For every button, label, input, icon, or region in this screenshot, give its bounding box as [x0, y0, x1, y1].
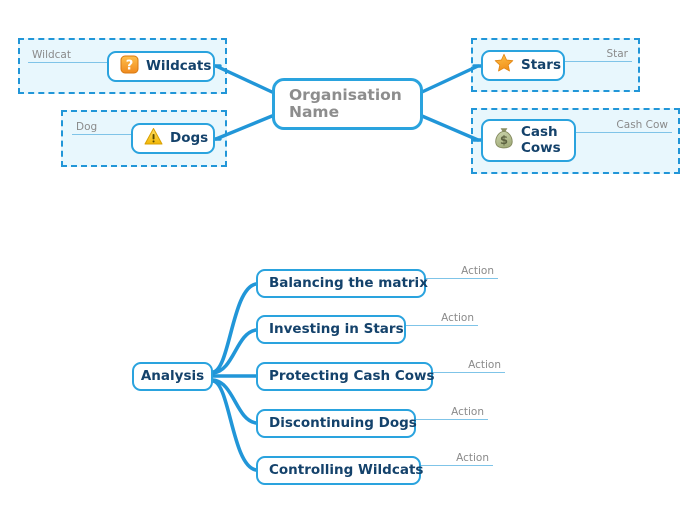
- node-controlling-wildcats-label: Controlling Wildcats: [269, 461, 424, 478]
- sublabel-action-2-rule: [406, 325, 478, 326]
- sublabel-action-5[interactable]: Action: [421, 452, 493, 466]
- sublabel-dog-rule: [72, 134, 134, 135]
- sublabel-star[interactable]: Star: [564, 48, 632, 62]
- sublabel-wildcat-text: Wildcat: [32, 49, 71, 61]
- question-mark-icon: ?: [120, 55, 139, 78]
- sublabel-action-5-rule: [421, 465, 493, 466]
- node-protecting-cash-cows-label: Protecting Cash Cows: [269, 367, 435, 384]
- central-node-line1: Organisation: [289, 85, 402, 104]
- svg-text:?: ?: [126, 58, 134, 73]
- sublabel-action-4-text: Action: [451, 406, 484, 418]
- node-discontinuing-dogs-label: Discontinuing Dogs: [269, 414, 417, 431]
- sublabel-action-1-text: Action: [461, 265, 494, 277]
- sublabel-action-2[interactable]: Action: [406, 312, 478, 326]
- node-balancing-the-matrix-label: Balancing the matrix: [269, 274, 428, 291]
- warning-triangle-icon: [144, 127, 163, 150]
- sublabel-action-3-rule: [433, 372, 505, 373]
- sublabel-action-1[interactable]: Action: [426, 265, 498, 279]
- sublabel-action-5-text: Action: [456, 452, 489, 464]
- sublabel-action-3[interactable]: Action: [433, 359, 505, 373]
- sublabel-wildcat-rule: [28, 62, 110, 63]
- star-icon: [494, 53, 514, 77]
- node-stars-label: Stars: [521, 56, 561, 73]
- sublabel-cash-cow-text: Cash Cow: [616, 119, 668, 131]
- node-cash-cows-line1: Cash: [521, 124, 558, 141]
- sublabel-dog[interactable]: Dog: [72, 121, 134, 135]
- node-analysis-root-label: Analysis: [140, 367, 205, 384]
- sublabel-wildcat[interactable]: Wildcat: [28, 49, 110, 63]
- sublabel-action-1-rule: [426, 278, 498, 279]
- node-dogs[interactable]: Dogs: [131, 123, 215, 154]
- node-discontinuing-dogs[interactable]: Discontinuing Dogs: [256, 409, 417, 438]
- svg-text:$: $: [500, 134, 508, 148]
- node-wildcats[interactable]: ? Wildcats: [107, 51, 215, 82]
- node-cash-cows[interactable]: $ Cash Cows: [481, 119, 576, 162]
- sublabel-action-3-text: Action: [468, 359, 501, 371]
- node-investing-in-stars-label: Investing in Stars: [269, 320, 404, 337]
- node-cash-cows-label: Cash Cows: [521, 125, 561, 155]
- node-controlling-wildcats[interactable]: Controlling Wildcats: [256, 456, 424, 485]
- sublabel-dog-text: Dog: [76, 121, 98, 133]
- mindmap-canvas: Organisation Name ? Wildcats Dogs Stars …: [0, 0, 697, 520]
- node-stars[interactable]: Stars: [481, 50, 565, 81]
- central-node-line2: Name: [289, 103, 340, 121]
- node-protecting-cash-cows[interactable]: Protecting Cash Cows: [256, 362, 435, 391]
- central-node-organisation[interactable]: Organisation Name: [272, 78, 423, 130]
- node-analysis-root[interactable]: Analysis: [132, 362, 213, 391]
- sublabel-action-4-rule: [416, 419, 488, 420]
- sublabel-cash-cow-rule: [575, 132, 672, 133]
- sublabel-action-2-text: Action: [441, 312, 474, 324]
- node-cash-cows-line2: Cows: [521, 139, 561, 156]
- node-balancing-the-matrix[interactable]: Balancing the matrix: [256, 269, 428, 298]
- node-investing-in-stars[interactable]: Investing in Stars: [256, 315, 406, 344]
- sublabel-star-rule: [564, 61, 632, 62]
- sublabel-action-4[interactable]: Action: [416, 406, 488, 420]
- node-dogs-label: Dogs: [170, 129, 209, 146]
- money-bag-icon: $: [494, 127, 514, 153]
- node-wildcats-label: Wildcats: [146, 57, 212, 74]
- sublabel-cash-cow[interactable]: Cash Cow: [575, 119, 672, 133]
- sublabel-star-text: Star: [606, 48, 628, 60]
